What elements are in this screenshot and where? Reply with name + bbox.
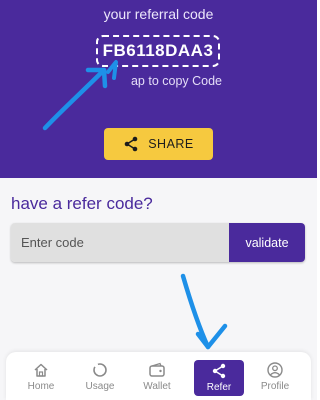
refer-code-form: validate	[11, 223, 305, 262]
refer-code-title: have a refer code?	[11, 194, 153, 213]
share-button[interactable]: SHARE	[104, 128, 213, 160]
validate-button[interactable]: validate	[229, 223, 305, 262]
home-icon	[34, 363, 48, 377]
referral-code-label: your referral code	[103, 6, 214, 22]
referral-panel: your referral code FB6118DAA3 ap to copy…	[0, 0, 317, 178]
nav-item-wallet[interactable]: Wallet	[132, 362, 182, 400]
share-icon	[124, 136, 138, 152]
refer-code-input[interactable]	[11, 223, 229, 262]
nav-label-usage: Usage	[85, 381, 115, 392]
nav-label-home: Home	[27, 381, 55, 392]
referral-code[interactable]: FB6118DAA3	[96, 35, 220, 67]
usage-icon	[93, 363, 107, 377]
bottom-nav: Home Usage Wallet Refer Profile	[6, 352, 311, 400]
nav-label-wallet: Wallet	[143, 381, 171, 392]
nav-label-refer: Refer	[206, 382, 232, 393]
profile-icon	[267, 362, 283, 378]
nav-item-profile[interactable]: Profile	[250, 362, 300, 400]
tap-to-copy-hint: ap to copy Code	[130, 74, 223, 88]
wallet-icon	[149, 362, 165, 377]
nav-item-refer[interactable]: Refer	[194, 360, 244, 396]
share-button-label: SHARE	[148, 137, 194, 151]
nav-item-home[interactable]: Home	[16, 362, 66, 400]
nav-label-profile: Profile	[260, 381, 290, 392]
nav-item-usage[interactable]: Usage	[75, 362, 125, 400]
share-icon	[212, 363, 226, 379]
